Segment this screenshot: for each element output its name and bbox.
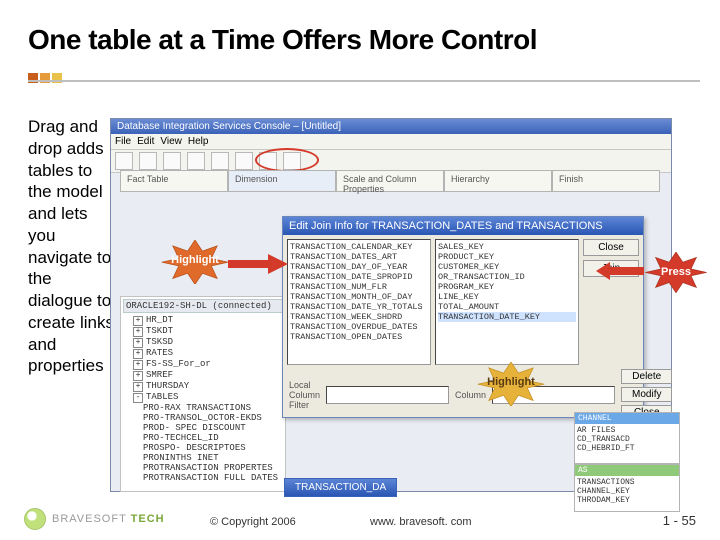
highlight-callout: Highlight [158, 240, 232, 280]
tree-header: ORACLE192-SH-DL (connected) [123, 299, 283, 313]
red-circle-annotation [255, 148, 319, 172]
panel-row: TRANSACTIONS [577, 478, 677, 487]
footer-url: www. bravesoft. com [370, 516, 471, 528]
list-item[interactable]: TRANSACTION_OVERDUE_DATES [290, 322, 428, 332]
schema-tree[interactable]: ORACLE192-SH-DL (connected) +HR_DT +TSKD… [120, 296, 286, 492]
list-item[interactable]: TRANSACTION_DATE_SPROPID [290, 272, 428, 282]
delete-button[interactable]: Delete [621, 369, 672, 384]
list-item[interactable]: LINE_KEY [438, 292, 576, 302]
list-item[interactable]: PROGRAM_KEY [438, 282, 576, 292]
panel-header: AS [575, 465, 679, 476]
tree-subnode[interactable]: PRO-TRANSOL_OCTOR-EKDS [123, 413, 283, 423]
tree-subnode[interactable]: PROSPO- DESCRIPTOES [123, 443, 283, 453]
floating-table-label[interactable]: TRANSACTION_DA [284, 478, 397, 497]
tree-subnode[interactable]: PROD- SPEC DISCOUNT [123, 423, 283, 433]
slide-title: One table at a Time Offers More Control [28, 24, 537, 56]
page-number: 1 - 55 [663, 513, 696, 528]
list-item[interactable]: OR_TRANSACTION_ID [438, 272, 576, 282]
list-item[interactable]: TRANSACTION_OPEN_DATES [290, 332, 428, 342]
tree-node[interactable]: +TSKSD [123, 337, 283, 348]
right-columns-list[interactable]: SALES_KEY PRODUCT_KEY CUSTOMER_KEY OR_TR… [435, 239, 579, 365]
list-item[interactable]: TRANSACTION_MONTH_OF_DAY [290, 292, 428, 302]
list-item[interactable]: TRANSACTION_CALENDAR_KEY [290, 242, 428, 252]
list-item[interactable]: PRODUCT_KEY [438, 252, 576, 262]
list-item[interactable]: CUSTOMER_KEY [438, 262, 576, 272]
panel-row: CHANNEL_KEY [577, 487, 677, 496]
list-item[interactable]: TRANSACTION_WEEK_SHDRD [290, 312, 428, 322]
tree-node[interactable]: +RATES [123, 348, 283, 359]
toolbar-button[interactable] [115, 152, 133, 170]
toolbar-button[interactable] [163, 152, 181, 170]
panel-row: AR FILES [577, 426, 677, 435]
title-rule [28, 66, 700, 86]
close-button[interactable]: Close [583, 239, 639, 256]
wizard-step[interactable]: Scale and Column Properties [336, 170, 444, 192]
tree-subnode[interactable]: PRO-TECHCEL_ID [123, 433, 283, 443]
tree-node[interactable]: +THURSDAY [123, 381, 283, 392]
tree-subnode[interactable]: PRONINTHS INET [123, 453, 283, 463]
toolbar-button[interactable] [211, 152, 229, 170]
tree-subnode[interactable]: PROTRANSACTION PROPERTES [123, 463, 283, 473]
app-menubar: File Edit View Help [111, 134, 671, 150]
menu-item[interactable]: Edit [137, 136, 154, 147]
modify-button[interactable]: Modify [621, 387, 672, 402]
tree-node[interactable]: +SMREF [123, 370, 283, 381]
logo-text: BRAVESOFT TECH [52, 513, 165, 525]
press-callout: Press [642, 252, 710, 292]
tree-node[interactable]: +TSKDT [123, 326, 283, 337]
tree-node[interactable]: +FS-SS_For_or [123, 359, 283, 370]
dialog-title: Edit Join Info for TRANSACTION_DATES and… [283, 217, 643, 235]
toolbar-button[interactable] [187, 152, 205, 170]
list-item[interactable]: TOTAL_AMOUNT [438, 302, 576, 312]
list-item[interactable]: SALES_KEY [438, 242, 576, 252]
panel-row: THRODAM_KEY [577, 496, 677, 505]
menu-item[interactable]: File [115, 136, 131, 147]
toolbar-button[interactable] [139, 152, 157, 170]
panel-row: CD_HEBRID_FT [577, 444, 677, 453]
menu-item[interactable]: View [160, 136, 182, 147]
right-panel: AS TRANSACTIONS CHANNEL_KEY THRODAM_KEY [574, 464, 680, 512]
logo-mark-icon [24, 508, 46, 530]
left-columns-list[interactable]: TRANSACTION_CALENDAR_KEY TRANSACTION_DAT… [287, 239, 431, 365]
wizard-step[interactable]: Hierarchy [444, 170, 552, 192]
highlight-callout: Highlight [474, 362, 548, 402]
wizard-step[interactable]: Fact Table [120, 170, 228, 192]
wizard-step[interactable]: Finish [552, 170, 660, 192]
tree-node[interactable]: -TABLES [123, 392, 283, 403]
tree-node[interactable]: +HR_DT [123, 315, 283, 326]
list-item[interactable]: TRANSACTION_DAY_OF_YEAR [290, 262, 428, 272]
arrow-left-icon [596, 262, 644, 280]
wizard-steps: Fact Table Dimension Scale and Column Pr… [120, 170, 660, 192]
dialog-button-column: Close Join [583, 239, 639, 365]
wizard-step-selected[interactable]: Dimension [228, 170, 336, 192]
arrow-right-icon [228, 254, 288, 274]
panel-row: CD_TRANSACD [577, 435, 677, 444]
filter-input[interactable] [326, 386, 449, 404]
tree-subnode[interactable]: PROTRANSACTION FULL DATES [123, 473, 283, 483]
app-titlebar: Database Integration Services Console – … [111, 119, 671, 134]
tree-subnode[interactable]: PRO-RAX TRANSACTIONS [123, 403, 283, 413]
list-item[interactable]: TRANSACTION_DATE_YR_TOTALS [290, 302, 428, 312]
edit-join-dialog: Edit Join Info for TRANSACTION_DATES and… [282, 216, 644, 418]
menu-item[interactable]: Help [188, 136, 209, 147]
divider [28, 80, 700, 82]
list-item[interactable]: TRANSACTION_NUM_FLR [290, 282, 428, 292]
logo: BRAVESOFT TECH [24, 508, 165, 530]
list-item[interactable]: TRANSACTION_DATES_ART [290, 252, 428, 262]
filter-label: Local Column Filter [289, 380, 320, 410]
list-item-selected[interactable]: TRANSACTION_DATE_KEY [438, 312, 576, 322]
copyright: © Copyright 2006 [210, 516, 296, 528]
body-text: Drag and drop adds tables to the model a… [28, 116, 118, 377]
panel-header: CHANNEL [575, 413, 679, 424]
right-panel: CHANNEL AR FILES CD_TRANSACD CD_HEBRID_F… [574, 412, 680, 464]
toolbar-button[interactable] [235, 152, 253, 170]
